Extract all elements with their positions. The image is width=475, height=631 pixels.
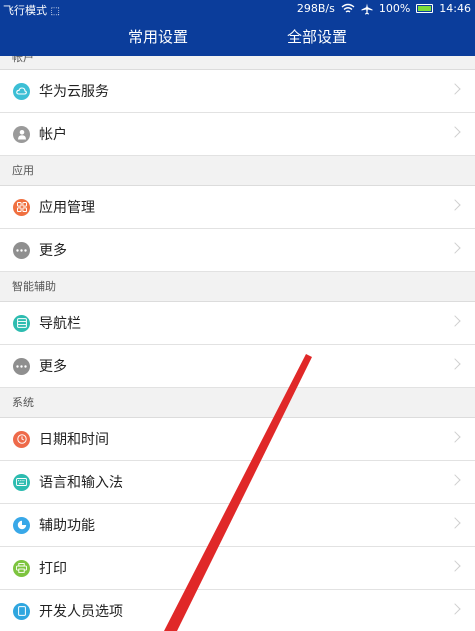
- printer-icon: [13, 559, 30, 577]
- row-label: 打印: [39, 561, 67, 577]
- accessibility-icon: [13, 516, 30, 534]
- apps-grid-icon: [13, 198, 30, 216]
- network-speed: 298B/s: [296, 2, 335, 15]
- settings-row-huawei-cloud[interactable]: 华为云服务: [0, 70, 475, 113]
- tab-bar: 常用设置 全部设置: [0, 18, 475, 67]
- settings-row-account[interactable]: 帐户: [0, 113, 475, 156]
- more-icon: [13, 241, 30, 259]
- settings-row-language-input[interactable]: 语言和输入法: [0, 461, 475, 504]
- wifi-icon: [341, 3, 355, 13]
- row-label: 辅助功能: [39, 518, 95, 534]
- section-header-apps: 应用: [0, 156, 475, 186]
- row-label: 语言和输入法: [39, 475, 123, 491]
- clock-time: 14:46: [439, 2, 471, 15]
- chevron-right-icon: [449, 431, 461, 443]
- battery-percent: 100%: [378, 2, 411, 15]
- chevron-right-icon: [449, 603, 461, 615]
- chevron-right-icon: [449, 242, 461, 254]
- airplane-mode-icon: ⬚: [50, 6, 60, 17]
- row-label: 导航栏: [39, 316, 81, 332]
- row-label: 更多: [39, 359, 67, 375]
- status-bar: 飞行模式 ⬚ 298B/s 100% 14:46: [0, 0, 475, 18]
- tab-all-settings[interactable]: 全部设置: [287, 26, 347, 47]
- clock-icon: [13, 430, 30, 448]
- developer-icon: [13, 602, 30, 620]
- cloud-icon: [13, 82, 30, 100]
- battery-icon: [416, 4, 434, 13]
- chevron-right-icon: [449, 315, 461, 327]
- more-icon: [13, 357, 30, 375]
- airplane-mode-label: 飞行模式 ⬚: [3, 2, 60, 18]
- settings-list[interactable]: 帐户 华为云服务 帐户 应用 应用管理 更多 智能辅助 导航栏 更多 系统 日期…: [0, 56, 475, 631]
- chevron-right-icon: [449, 560, 461, 572]
- airplane-icon: [361, 3, 373, 14]
- settings-row-accessibility[interactable]: 辅助功能: [0, 504, 475, 547]
- row-label: 应用管理: [39, 200, 95, 216]
- navigation-bar-icon: [13, 314, 30, 332]
- section-header-system: 系统: [0, 388, 475, 418]
- chevron-right-icon: [449, 126, 461, 138]
- row-label: 更多: [39, 243, 67, 259]
- settings-row-print[interactable]: 打印: [0, 547, 475, 590]
- keyboard-icon: [13, 473, 30, 491]
- chevron-right-icon: [449, 199, 461, 211]
- settings-row-app-management[interactable]: 应用管理: [0, 186, 475, 229]
- status-mode-text: 飞行模式: [3, 4, 47, 17]
- settings-row-apps-more[interactable]: 更多: [0, 229, 475, 272]
- settings-row-date-time[interactable]: 日期和时间: [0, 418, 475, 461]
- person-icon: [13, 125, 30, 143]
- tab-common-settings[interactable]: 常用设置: [128, 26, 188, 47]
- section-header-smart-assist: 智能辅助: [0, 272, 475, 302]
- status-right: 298B/s 100% 14:46: [297, 2, 471, 15]
- settings-row-developer-options[interactable]: 开发人员选项: [0, 590, 475, 631]
- chevron-right-icon: [449, 358, 461, 370]
- chevron-right-icon: [449, 474, 461, 486]
- section-header-account: 帐户: [0, 56, 475, 70]
- chevron-right-icon: [449, 517, 461, 529]
- row-label: 华为云服务: [39, 84, 109, 100]
- settings-row-navigation-bar[interactable]: 导航栏: [0, 302, 475, 345]
- row-label: 帐户: [39, 127, 67, 143]
- chevron-right-icon: [449, 83, 461, 95]
- row-label: 开发人员选项: [39, 604, 123, 620]
- row-label: 日期和时间: [39, 432, 109, 448]
- settings-row-assist-more[interactable]: 更多: [0, 345, 475, 388]
